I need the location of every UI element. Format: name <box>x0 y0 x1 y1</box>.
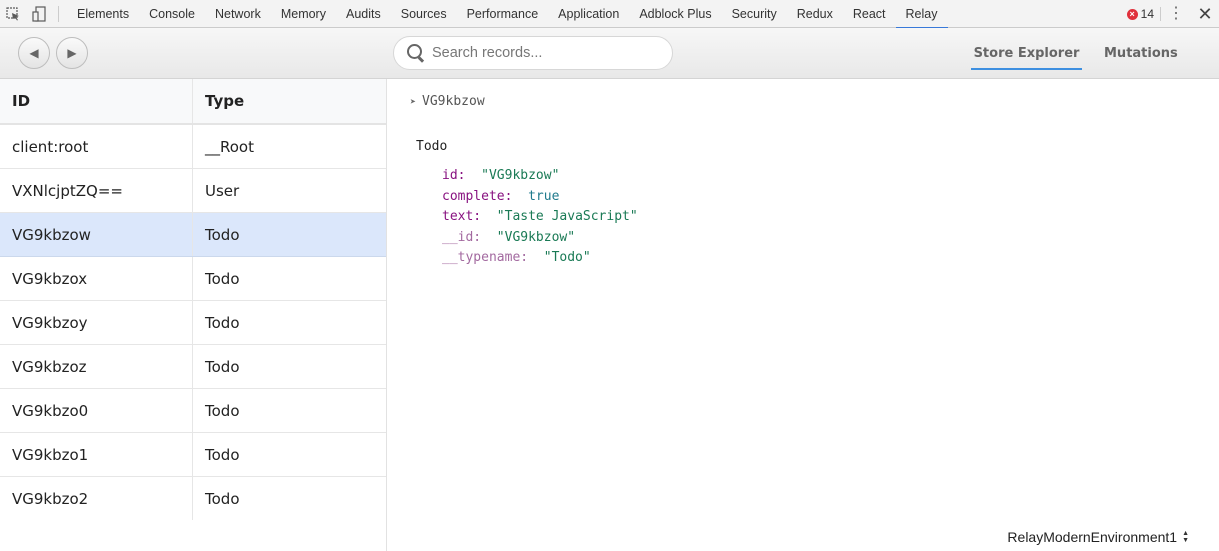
field-key: text: <box>442 209 482 224</box>
field-key: __id: <box>442 229 482 245</box>
record-field: complete: true <box>442 187 638 208</box>
devtools-tab-relay[interactable]: Relay <box>895 0 948 29</box>
table-row[interactable]: VG9kbzo2 Todo <box>0 477 386 520</box>
records-table: ID Type client:root __Root VXNlcjptZQ== Use… <box>0 79 387 520</box>
record-id-cell: VG9kbzow <box>0 213 193 256</box>
toolbar-divider <box>58 5 59 22</box>
record-type-cell: Todo <box>205 269 240 288</box>
record-type-cell: Todo <box>205 313 240 332</box>
devtools-tab-performance[interactable]: Performance <box>457 0 549 28</box>
field-key: id: <box>442 168 466 183</box>
devtools-tab-memory[interactable]: Memory <box>271 0 336 28</box>
tab-store-explorer[interactable]: Store Explorer <box>971 28 1082 70</box>
table-row[interactable]: VG9kbzoy Todo <box>0 301 386 345</box>
table-row[interactable]: VXNlcjptZQ== User <box>0 169 386 213</box>
back-button[interactable]: ◀ <box>18 37 50 69</box>
field-value: "VG9kbzow" <box>481 168 560 183</box>
inspect-cursor-icon <box>6 6 19 20</box>
record-fields: id: "VG9kbzow" complete: true text: "Taste… <box>442 166 638 269</box>
record-id-cell: VG9kbzo1 <box>0 433 193 476</box>
record-id-cell: VG9kbzox <box>0 257 193 300</box>
field-spacer <box>481 209 497 224</box>
devtools-tab-audits[interactable]: Audits <box>336 0 391 28</box>
devtools-tabs: Elements Console Network Memory Audits Source… <box>67 0 948 29</box>
table-body: client:root __Root VXNlcjptZQ== User VG9kbzo… <box>0 125 386 520</box>
error-count: 14 <box>1140 7 1154 21</box>
error-counter[interactable]: × 14 <box>1126 7 1161 21</box>
search-box[interactable] <box>393 36 673 70</box>
column-header-type[interactable]: Type <box>193 79 386 123</box>
breadcrumb-label: VG9kbzow <box>422 94 485 109</box>
field-spacer <box>528 250 544 265</box>
devtools-tab-console[interactable]: Console <box>139 0 205 28</box>
record-field: text: "Taste JavaScript" <box>442 207 638 228</box>
device-icon <box>32 5 46 22</box>
close-devtools-icon[interactable]: ✕ <box>1191 0 1219 28</box>
field-spacer <box>465 168 481 183</box>
device-toolbar-button[interactable] <box>26 0 52 28</box>
record-type-cell: Todo <box>205 225 240 244</box>
relay-toolbar: ◀ ▶ Store Explorer Mutations <box>0 28 1219 79</box>
search-input[interactable] <box>432 45 652 61</box>
record-type-cell: Todo <box>205 489 240 508</box>
devtools-tab-elements[interactable]: Elements <box>67 0 139 28</box>
environment-selected-value: RelayModernEnvironment1 <box>1007 529 1178 545</box>
record-id-cell: client:root <box>0 125 193 168</box>
devtools-tab-bar: Elements Console Network Memory Audits Source… <box>0 0 1219 29</box>
record-type-cell: Todo <box>205 357 240 376</box>
more-options-icon[interactable]: ⋮ <box>1161 0 1191 28</box>
field-value: "Todo" <box>543 250 591 265</box>
column-header-id[interactable]: ID <box>0 79 193 123</box>
forward-arrow-icon: ▶ <box>67 46 77 60</box>
forward-button[interactable]: ▶ <box>56 37 88 69</box>
devtools-tab-application[interactable]: Application <box>548 0 629 28</box>
table-row[interactable]: VG9kbzo1 Todo <box>0 433 386 477</box>
record-type-cell: __Root <box>205 137 254 156</box>
field-value: "VG9kbzow" <box>496 229 576 245</box>
table-row[interactable]: VG9kbzoz Todo <box>0 345 386 389</box>
tab-mutations[interactable]: Mutations <box>1104 28 1178 70</box>
record-type-name: Todo <box>416 139 448 154</box>
field-value: "Taste JavaScript" <box>496 209 638 224</box>
environment-select[interactable]: RelayModernEnvironment1 ▲ ▼ <box>1007 529 1189 545</box>
record-detail-pane: ➤ VG9kbzow Todo id: "VG9kbzow" complete: t… <box>387 79 1219 551</box>
devtools-tab-security[interactable]: Security <box>722 0 787 28</box>
record-field: id: "VG9kbzow" <box>442 166 638 187</box>
table-header: ID Type <box>0 79 386 125</box>
devtools-tab-react[interactable]: React <box>843 0 896 28</box>
field-spacer <box>481 230 497 245</box>
inspect-element-button[interactable] <box>0 0 26 28</box>
search-icon <box>406 43 426 63</box>
table-row[interactable]: VG9kbzo0 Todo <box>0 389 386 433</box>
field-spacer <box>512 189 528 204</box>
devtools-tab-network[interactable]: Network <box>205 0 271 28</box>
record-type-cell: Todo <box>205 445 240 464</box>
record-field: __typename: "Todo" <box>442 248 638 269</box>
record-id-cell: VXNlcjptZQ== <box>0 169 193 212</box>
record-id-cell: VG9kbzoz <box>0 345 193 388</box>
record-field: __id: "VG9kbzow" <box>442 228 638 249</box>
field-key: __typename: <box>442 250 529 265</box>
record-type-cell: Todo <box>205 401 240 420</box>
devtools-tab-sources[interactable]: Sources <box>391 0 457 28</box>
record-id-cell: VG9kbzoy <box>0 301 193 344</box>
devtools-tab-redux[interactable]: Redux <box>787 0 843 28</box>
select-updown-icon: ▲ ▼ <box>1182 530 1189 544</box>
table-row[interactable]: VG9kbzox Todo <box>0 257 386 301</box>
breadcrumb[interactable]: ➤ VG9kbzow <box>410 94 485 109</box>
breadcrumb-arrow-icon: ➤ <box>410 97 417 108</box>
devtools-tab-adblock-plus[interactable]: Adblock Plus <box>629 0 721 28</box>
table-row[interactable]: VG9kbzow Todo <box>0 213 386 257</box>
field-value: true <box>528 188 560 204</box>
record-id-cell: VG9kbzo2 <box>0 477 193 520</box>
back-arrow-icon: ◀ <box>29 46 39 60</box>
record-type-cell: User <box>205 181 240 200</box>
record-id-cell: VG9kbzo0 <box>0 389 193 432</box>
field-key: complete: <box>442 188 513 204</box>
error-icon: × <box>1126 8 1138 20</box>
table-row[interactable]: client:root __Root <box>0 125 386 169</box>
